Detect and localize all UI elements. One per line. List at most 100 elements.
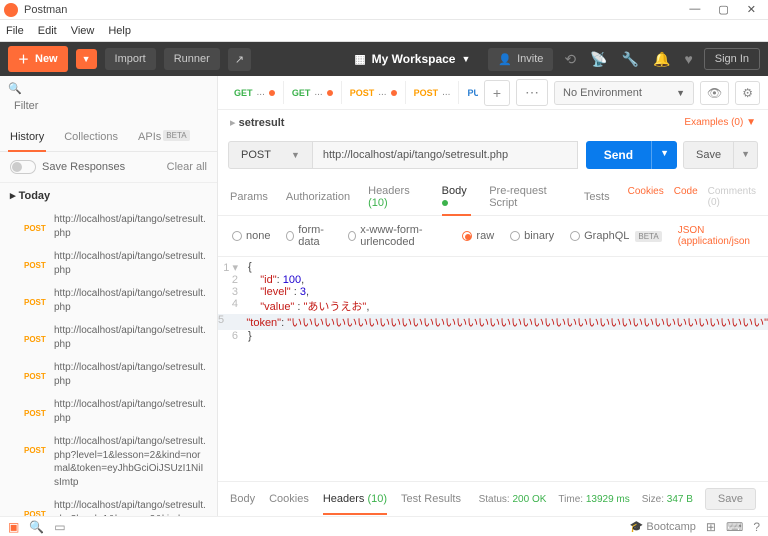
examples-link[interactable]: Examples (0) ▼ xyxy=(684,117,756,128)
body-binary[interactable]: binary xyxy=(510,230,554,242)
content-type-selector[interactable]: JSON (application/json xyxy=(678,225,754,247)
open-new-icon[interactable]: ↗ xyxy=(228,48,251,71)
request-tab[interactable]: POST... xyxy=(342,81,406,104)
tab-collections[interactable]: Collections xyxy=(54,123,128,151)
menubar: File Edit View Help xyxy=(0,20,768,42)
request-tab[interactable]: POST... xyxy=(406,81,460,104)
history-item[interactable]: http://localhost/api/tango/setresult.php… xyxy=(0,356,217,393)
close-button[interactable]: ✕ xyxy=(747,3,756,16)
content-area: GET...GET...POST...POST...PUT... + ⋯ No … xyxy=(218,76,768,516)
window-title: Postman xyxy=(24,4,689,16)
layout-icon[interactable]: ⊞ xyxy=(706,520,716,534)
search-icon: 🔍 xyxy=(8,83,22,95)
url-input[interactable] xyxy=(313,141,578,169)
opt-prerequest[interactable]: Pre-request Script xyxy=(489,179,566,215)
sidebar-toggle-icon[interactable]: ▣ xyxy=(8,520,19,534)
menu-help[interactable]: Help xyxy=(108,25,131,37)
signin-button[interactable]: Sign In xyxy=(704,48,760,70)
body-none[interactable]: none xyxy=(232,230,270,242)
window-controls: — ▢ ✕ xyxy=(689,3,764,16)
main-toolbar: ＋New ▼ Import Runner ↗ ▦My Workspace▼ 👤I… xyxy=(0,42,768,76)
help-icon[interactable]: ? xyxy=(753,520,760,534)
environment-selector[interactable]: No Environment▼ xyxy=(554,81,694,105)
history-item[interactable]: http://localhost/api/tango/setresult.php… xyxy=(0,430,217,494)
workspace-selector[interactable]: ▦My Workspace▼ xyxy=(344,52,480,66)
breadcrumb-arrow-icon: ▸ xyxy=(230,117,236,129)
method-selector[interactable]: POST▼ xyxy=(228,141,313,169)
opt-params[interactable]: Params xyxy=(230,185,268,209)
new-button[interactable]: ＋New xyxy=(8,46,68,72)
import-button[interactable]: Import xyxy=(105,48,156,70)
clear-all-button[interactable]: Clear all xyxy=(167,161,207,173)
request-tab[interactable]: GET... xyxy=(226,81,284,104)
find-icon[interactable]: 🔍 xyxy=(29,520,44,534)
size-value: 347 B xyxy=(667,494,693,505)
menu-edit[interactable]: Edit xyxy=(38,25,57,37)
maximize-button[interactable]: ▢ xyxy=(718,3,728,16)
send-button[interactable]: Send xyxy=(586,141,651,169)
bootcamp-button[interactable]: 🎓 Bootcamp xyxy=(630,520,696,533)
body-raw[interactable]: raw xyxy=(462,230,494,242)
chevron-down-icon: ▼ xyxy=(461,54,470,64)
heart-icon[interactable]: ♥ xyxy=(681,51,695,67)
new-tab-button[interactable]: + xyxy=(484,80,510,106)
plus-icon: ＋ xyxy=(18,51,29,67)
opt-authorization[interactable]: Authorization xyxy=(286,185,350,209)
history-group-today[interactable]: ▸ Today xyxy=(0,183,217,208)
minimize-button[interactable]: — xyxy=(689,3,700,16)
shortcuts-icon[interactable]: ⌨ xyxy=(726,520,743,534)
resp-tests[interactable]: Test Results xyxy=(401,489,461,509)
opt-body[interactable]: Body xyxy=(442,179,472,215)
grid-icon: ▦ xyxy=(354,52,365,66)
bell-icon[interactable]: 🔔 xyxy=(650,51,673,68)
request-tab[interactable]: PUT... xyxy=(459,81,477,104)
resp-cookies[interactable]: Cookies xyxy=(269,489,309,509)
new-dropdown[interactable]: ▼ xyxy=(76,49,97,69)
console-icon[interactable]: ▭ xyxy=(54,520,65,534)
resp-body[interactable]: Body xyxy=(230,489,255,509)
request-tab[interactable]: GET... xyxy=(284,81,342,104)
opt-tests[interactable]: Tests xyxy=(584,185,610,209)
history-item[interactable]: http://localhost/api/tango/setresult.php… xyxy=(0,245,217,282)
history-item[interactable]: http://localhost/api/tango/setresult.php… xyxy=(0,319,217,356)
request-tabs: GET...GET...POST...POST...PUT... xyxy=(226,81,478,104)
tab-options-button[interactable]: ⋯ xyxy=(516,79,548,106)
history-item[interactable]: http://localhost/api/tango/setresult.php… xyxy=(0,494,217,516)
tab-apis[interactable]: APIsBETA xyxy=(128,123,200,151)
runner-button[interactable]: Runner xyxy=(164,48,220,70)
dirty-dot-icon xyxy=(442,200,448,206)
person-icon: 👤 xyxy=(498,53,512,66)
resp-headers[interactable]: Headers (10) xyxy=(323,489,387,509)
chevron-down-icon: ▼ xyxy=(291,150,300,160)
invite-button[interactable]: 👤Invite xyxy=(488,48,553,71)
body-urlencoded[interactable]: x-www-form-urlencoded xyxy=(348,224,446,248)
save-responses-label: Save Responses xyxy=(42,161,125,173)
filter-input[interactable] xyxy=(8,95,209,117)
body-graphql[interactable]: GraphQLBETA xyxy=(570,230,662,242)
settings-icon[interactable]: ⚙ xyxy=(735,81,760,105)
env-quicklook-icon[interactable]: 👁 xyxy=(700,81,729,105)
save-dropdown[interactable]: ▼ xyxy=(734,141,758,169)
menu-view[interactable]: View xyxy=(71,25,95,37)
history-item[interactable]: http://localhost/api/tango/setresult.php… xyxy=(0,208,217,245)
cookies-link[interactable]: Cookies xyxy=(628,186,664,208)
history-item[interactable]: http://localhost/api/tango/setresult.php… xyxy=(0,393,217,430)
opt-headers[interactable]: Headers (10) xyxy=(368,179,424,215)
satellite-icon[interactable]: 📡 xyxy=(587,51,610,68)
body-formdata[interactable]: form-data xyxy=(286,224,332,248)
app-icon xyxy=(4,3,18,17)
history-item[interactable]: http://localhost/api/tango/setresult.php… xyxy=(0,282,217,319)
send-dropdown[interactable]: ▼ xyxy=(651,141,677,169)
wrench-icon[interactable]: 🔧 xyxy=(619,51,642,68)
save-responses-toggle[interactable] xyxy=(10,160,36,174)
code-link[interactable]: Code xyxy=(674,186,698,208)
time-value: 13929 ms xyxy=(586,494,630,505)
save-response-button[interactable]: Save xyxy=(705,488,756,510)
body-editor[interactable]: 1 ▾{2 "id": 100,3 "level" : 3,4 "value" … xyxy=(218,257,768,481)
comments-link[interactable]: Comments (0) xyxy=(708,186,756,208)
tab-history[interactable]: History xyxy=(0,123,54,151)
sidebar: 🔍 History Collections APIsBETA Save Resp… xyxy=(0,76,218,516)
menu-file[interactable]: File xyxy=(6,25,24,37)
save-request-button[interactable]: Save xyxy=(683,141,734,169)
sync-icon[interactable]: ⟲ xyxy=(561,51,579,68)
